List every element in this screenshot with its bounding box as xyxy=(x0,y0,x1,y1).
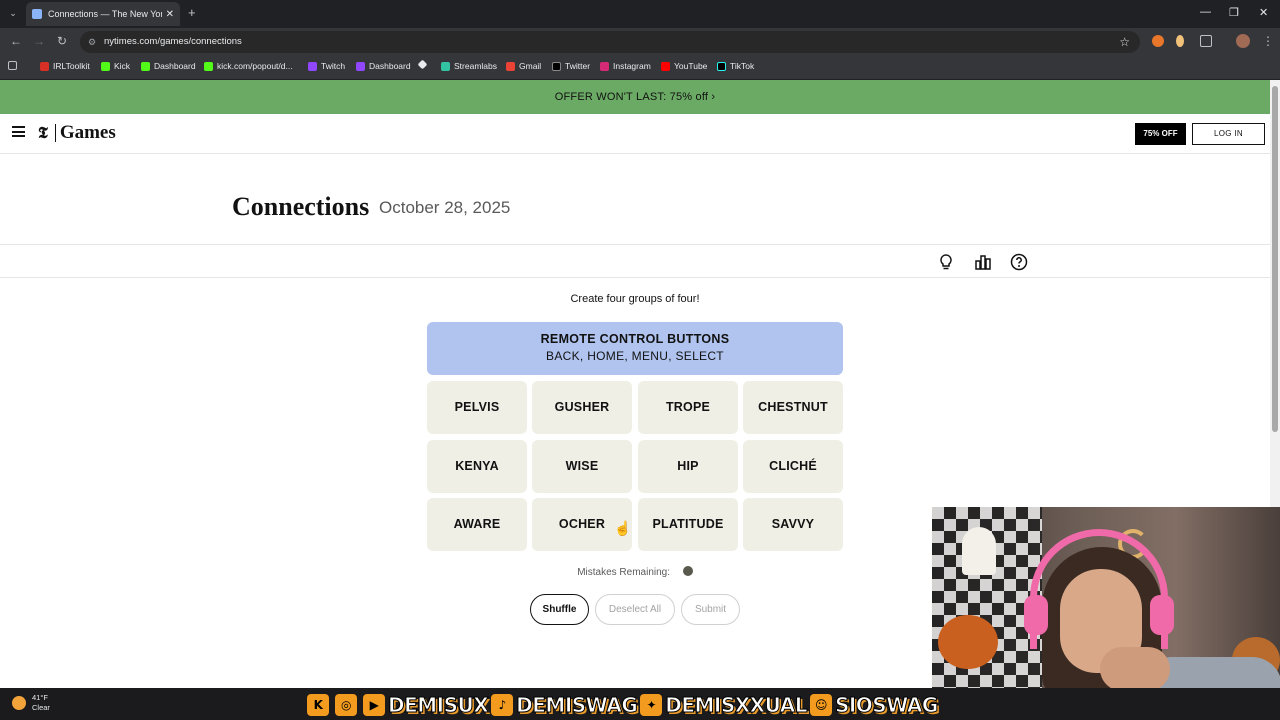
tab-close-icon[interactable]: ✕ xyxy=(166,9,174,20)
submit-button[interactable]: Submit xyxy=(681,594,740,625)
promo-button[interactable]: 75% OFF xyxy=(1135,123,1186,145)
word-card[interactable]: GUSHER xyxy=(532,381,632,434)
nyt-t-icon: 𝕿 xyxy=(38,123,48,142)
site-header: 𝕿 Games 75% OFF LOG IN xyxy=(0,114,1270,154)
tab-favicon-icon xyxy=(32,9,42,19)
mouse-cursor-icon: ☝ xyxy=(614,520,632,536)
word-card[interactable]: AWARE xyxy=(427,498,527,551)
address-bar[interactable]: ⚙ nytimes.com/games/connections ☆ xyxy=(80,31,1140,53)
weather-temp: 41°F xyxy=(32,693,48,702)
handle-text: DEMISXXUAL xyxy=(665,693,808,718)
kick-icon: K xyxy=(307,694,329,716)
bookmark-tiktok[interactable]: TikTok xyxy=(717,61,754,71)
bookmark-instagram[interactable]: Instagram xyxy=(600,61,651,71)
word-card[interactable]: CHESTNUT xyxy=(743,381,843,434)
new-tab-icon[interactable]: + xyxy=(188,5,196,20)
apps-grid-icon[interactable] xyxy=(8,61,21,70)
bookmarks-bar: IRLToolkit Kick Dashboard kick.com/popou… xyxy=(0,56,1280,80)
bookmark-gmail[interactable]: Gmail xyxy=(506,61,541,71)
forward-icon[interactable]: → xyxy=(33,34,45,48)
help-icon[interactable] xyxy=(1010,253,1028,271)
bookmark-diamond-icon[interactable] xyxy=(417,59,430,70)
profile-avatar[interactable] xyxy=(1236,34,1250,48)
close-window-icon[interactable]: ✕ xyxy=(1259,6,1268,19)
streamer-hand xyxy=(1100,647,1170,688)
bookmark-streamlabs[interactable]: Streamlabs xyxy=(441,61,497,71)
snapchat-icon: ☺ xyxy=(809,694,832,716)
word-card[interactable]: KENYA xyxy=(427,440,527,493)
weather-condition: Clear xyxy=(32,703,50,712)
solved-group-words: BACK, HOME, MENU, SELECT xyxy=(546,349,724,363)
handle-text: DEMISUX xyxy=(387,693,489,718)
login-button[interactable]: LOG IN xyxy=(1192,123,1265,145)
restore-icon[interactable]: ❐ xyxy=(1229,6,1239,19)
browser-tab[interactable]: Connections — The New York T ✕ xyxy=(26,2,180,26)
weather-icon xyxy=(12,696,26,710)
hint-lightbulb-icon[interactable] xyxy=(937,253,955,271)
headset-ear xyxy=(1024,595,1048,635)
headset-ear xyxy=(1150,595,1174,635)
social-handles-overlay: K ◎ ▶ DEMISUX ♪ DEMISWAG ✦ DEMISXXUAL ☺ … xyxy=(304,690,939,720)
word-card[interactable]: TROPE xyxy=(638,381,738,434)
bookmark-kick[interactable]: Kick xyxy=(101,61,130,71)
instagram-icon: ◎ xyxy=(335,694,357,716)
extensions-puzzle-icon[interactable] xyxy=(1200,35,1212,47)
browser-menu-icon[interactable]: ⋮ xyxy=(1262,34,1274,48)
solved-group-title: REMOTE CONTROL BUTTONS xyxy=(540,332,730,346)
shuffle-button[interactable]: Shuffle xyxy=(530,594,589,625)
ghost-decoration xyxy=(962,527,996,575)
word-card[interactable]: WISE xyxy=(532,440,632,493)
youtube-icon: ▶ xyxy=(363,694,385,716)
bookmark-irltoolkit[interactable]: IRLToolkit xyxy=(40,61,90,71)
browser-toolbar: ← → ↻ ⚙ nytimes.com/games/connections ☆ … xyxy=(0,28,1280,56)
mistake-dot xyxy=(682,566,693,576)
brand-name: Games xyxy=(59,122,116,143)
word-card[interactable]: HIP xyxy=(638,440,738,493)
tab-search-icon[interactable]: ⌄ xyxy=(6,6,20,20)
page-title: Connections xyxy=(232,192,370,221)
nyt-games-logo[interactable]: 𝕿 Games xyxy=(38,122,116,144)
logo-divider xyxy=(54,124,56,142)
bookmark-youtube[interactable]: YouTube xyxy=(661,61,707,71)
stats-icon[interactable] xyxy=(974,253,992,271)
extension-icon[interactable] xyxy=(1176,35,1184,47)
bookmark-dashboard-twitch[interactable]: Dashboard xyxy=(356,61,411,71)
deselect-all-button[interactable]: Deselect All xyxy=(595,594,675,625)
minimize-icon[interactable]: — xyxy=(1200,6,1211,18)
handle-text: SIOSWAG xyxy=(834,693,938,718)
reload-icon[interactable]: ↻ xyxy=(57,34,67,48)
site-info-icon[interactable]: ⚙ xyxy=(88,31,96,53)
offer-banner[interactable]: OFFER WON'T LAST: 75% off › xyxy=(0,80,1270,114)
solved-group: REMOTE CONTROL BUTTONS BACK, HOME, MENU,… xyxy=(427,322,843,375)
back-icon[interactable]: ← xyxy=(10,34,22,48)
url-text: nytimes.com/games/connections xyxy=(104,36,242,47)
bookmark-dashboard-kick[interactable]: Dashboard xyxy=(141,61,196,71)
hamburger-menu-icon[interactable] xyxy=(12,126,25,137)
word-card[interactable]: CLICHÉ xyxy=(743,440,843,493)
handle-text: DEMISWAG xyxy=(516,693,639,718)
extension-icon[interactable] xyxy=(1152,35,1164,47)
puzzle-date: October 28, 2025 xyxy=(379,198,511,217)
tiktok-icon: ♪ xyxy=(491,694,514,716)
tab-title: Connections — The New York T xyxy=(48,9,162,19)
bookmark-kick-popout[interactable]: kick.com/popout/d... xyxy=(204,61,293,71)
pumpkin-decoration xyxy=(938,615,998,669)
twitter-bird-icon: ✦ xyxy=(640,694,663,716)
mistakes-label: Mistakes Remaining: xyxy=(577,567,671,578)
game-toolbar xyxy=(0,244,1270,278)
browser-tab-strip: ⌄ Connections — The New York T ✕ + — ❐ ✕ xyxy=(0,0,1280,28)
bookmark-twitch[interactable]: Twitch xyxy=(308,61,345,71)
bookmark-twitter[interactable]: Twitter xyxy=(552,61,590,71)
bookmark-star-icon[interactable]: ☆ xyxy=(1119,31,1130,53)
game-instructions: Create four groups of four! xyxy=(570,293,700,305)
webcam-overlay xyxy=(932,507,1280,688)
word-card[interactable]: PELVIS xyxy=(427,381,527,434)
word-card[interactable]: PLATITUDE xyxy=(638,498,738,551)
taskbar: 41°F Clear K ◎ ▶ DEMISUX ♪ DEMISWAG ✦ DE… xyxy=(0,688,1280,720)
scrollbar-thumb[interactable] xyxy=(1272,86,1278,432)
weather-widget[interactable]: 41°F Clear xyxy=(12,693,50,713)
word-card[interactable]: SAVVY xyxy=(743,498,843,551)
